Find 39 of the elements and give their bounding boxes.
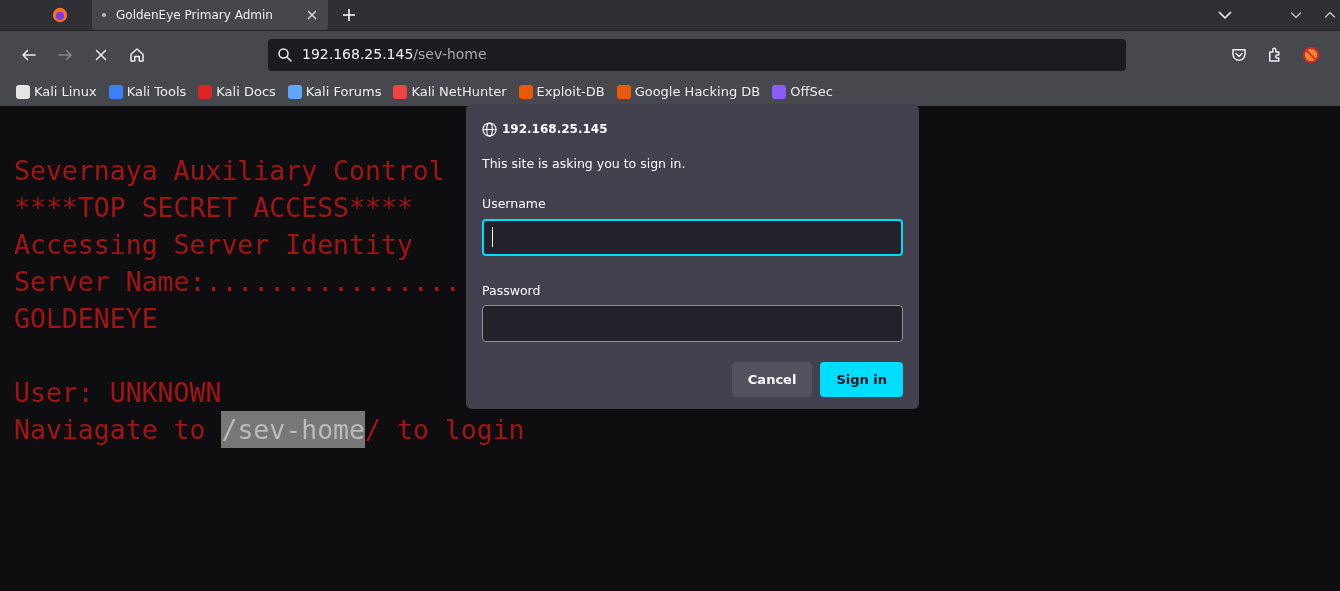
page-text: / to login — [365, 413, 525, 447]
url-path: /sev-home — [413, 46, 487, 62]
page-text: ****TOP SECRET ACCESS**** — [14, 191, 413, 225]
page-text: Server Name:................ — [14, 265, 461, 299]
sign-in-button[interactable]: Sign in — [820, 362, 903, 398]
input-field[interactable] — [482, 305, 903, 343]
page-text: User: UNKNOWN — [14, 376, 222, 410]
chevron-up-icon[interactable] — [1324, 11, 1336, 19]
page-text: Accessing Server Identity — [14, 228, 413, 262]
chevron-down-icon[interactable] — [1290, 11, 1302, 19]
bookmark[interactable]: Kali Linux — [16, 82, 97, 102]
dialog-message: This site is asking you to sign in. — [482, 155, 687, 173]
url-host: 192.168.25.145 — [302, 46, 414, 62]
bookmark[interactable]: Kali Forums — [287, 82, 382, 102]
browser-tab[interactable]: GoldenEye Primary Admin — [92, 0, 328, 30]
page-text: Severnaya Auxiliary Control — [14, 154, 445, 188]
globe-icon — [482, 121, 497, 137]
new-tab-icon[interactable] — [342, 8, 356, 22]
search-icon — [276, 45, 294, 64]
field-label: Username — [482, 194, 547, 213]
bookmark[interactable]: Kali NetHunter — [393, 82, 507, 102]
blocked-extension-icon[interactable] — [1302, 45, 1320, 64]
bookmark[interactable]: Kali Tools — [108, 82, 187, 102]
field-label: Password — [482, 281, 542, 300]
input-field[interactable] — [482, 218, 903, 256]
tab-title: GoldenEye Primary Admin — [116, 7, 274, 24]
bookmark[interactable]: Kali Docs — [198, 82, 276, 102]
browser-logo-icon — [51, 6, 69, 24]
page-text: Naviagate to — [14, 413, 207, 447]
address-bar[interactable]: 192.168.25.145/sev-home — [268, 38, 1126, 71]
cancel-button[interactable]: Cancel — [731, 362, 813, 398]
close-icon[interactable] — [306, 9, 318, 21]
dialog-host: 192.168.25.145 — [502, 121, 608, 138]
selected-text: /sev-home — [221, 411, 365, 448]
page-text: GOLDENEYE — [14, 302, 158, 336]
bookmark[interactable]: OffSec — [772, 82, 833, 102]
bookmark[interactable]: Exploit-DB — [518, 82, 605, 102]
home-icon[interactable] — [128, 45, 146, 64]
bookmark[interactable]: Google Hacking DB — [616, 82, 761, 102]
